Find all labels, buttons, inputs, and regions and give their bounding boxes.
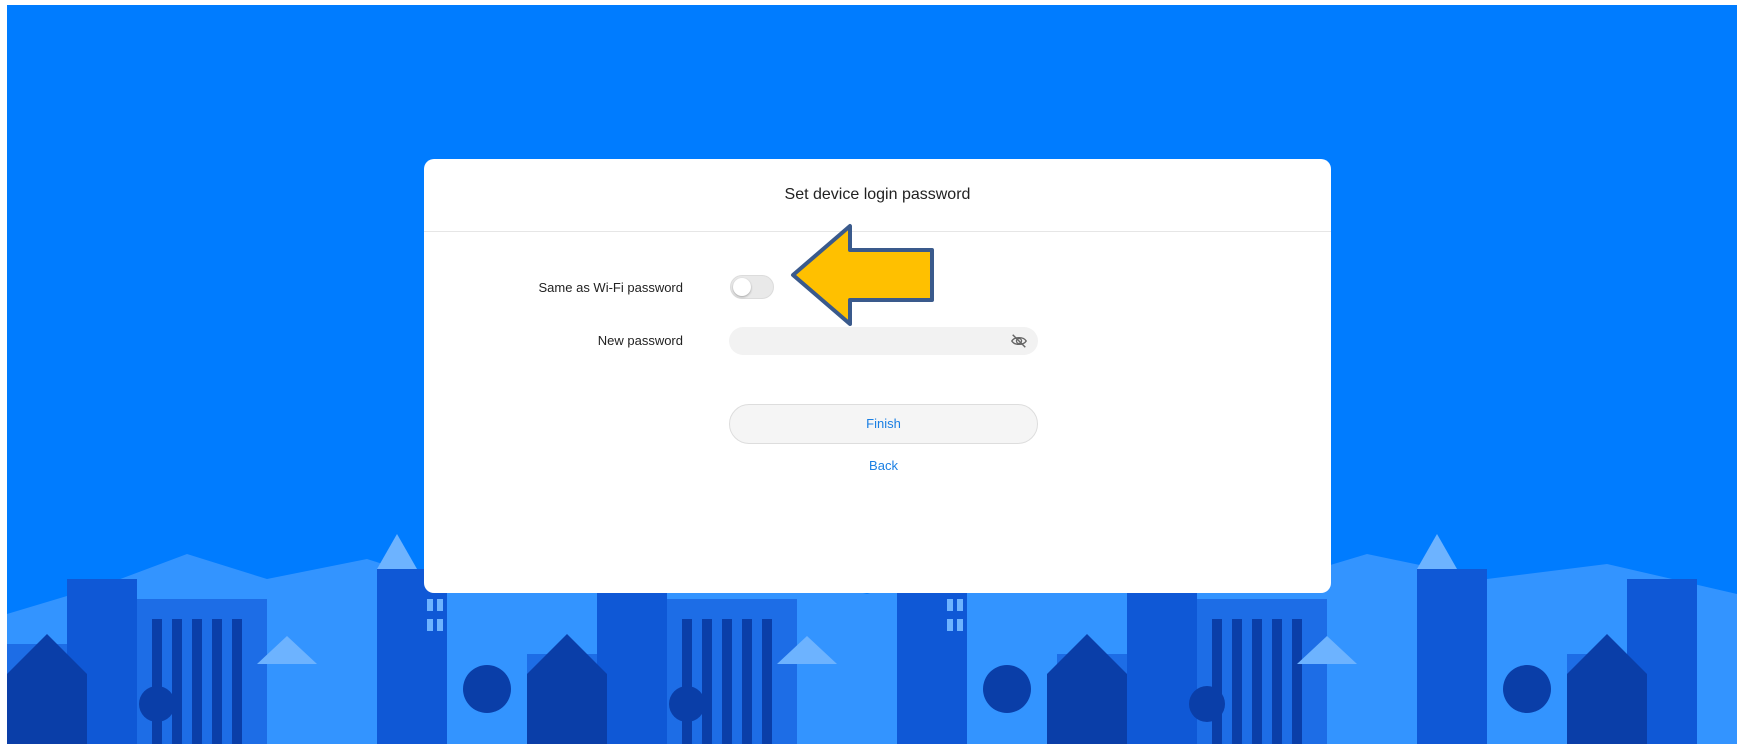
dialog-title: Set device login password — [424, 159, 1331, 232]
new-password-field — [729, 327, 1038, 357]
arrow-left-icon — [791, 224, 934, 326]
new-password-label: New password — [597, 333, 683, 348]
new-password-input[interactable] — [743, 327, 997, 357]
page-background: Set device login password Same as Wi-Fi … — [7, 5, 1737, 744]
back-link[interactable]: Back — [729, 458, 1038, 473]
eye-slash-icon[interactable] — [1010, 332, 1028, 350]
toggle-knob — [733, 278, 751, 296]
finish-button[interactable]: Finish — [729, 404, 1038, 444]
same-as-wifi-toggle[interactable] — [730, 275, 774, 299]
same-as-wifi-label: Same as Wi-Fi password — [538, 280, 683, 295]
